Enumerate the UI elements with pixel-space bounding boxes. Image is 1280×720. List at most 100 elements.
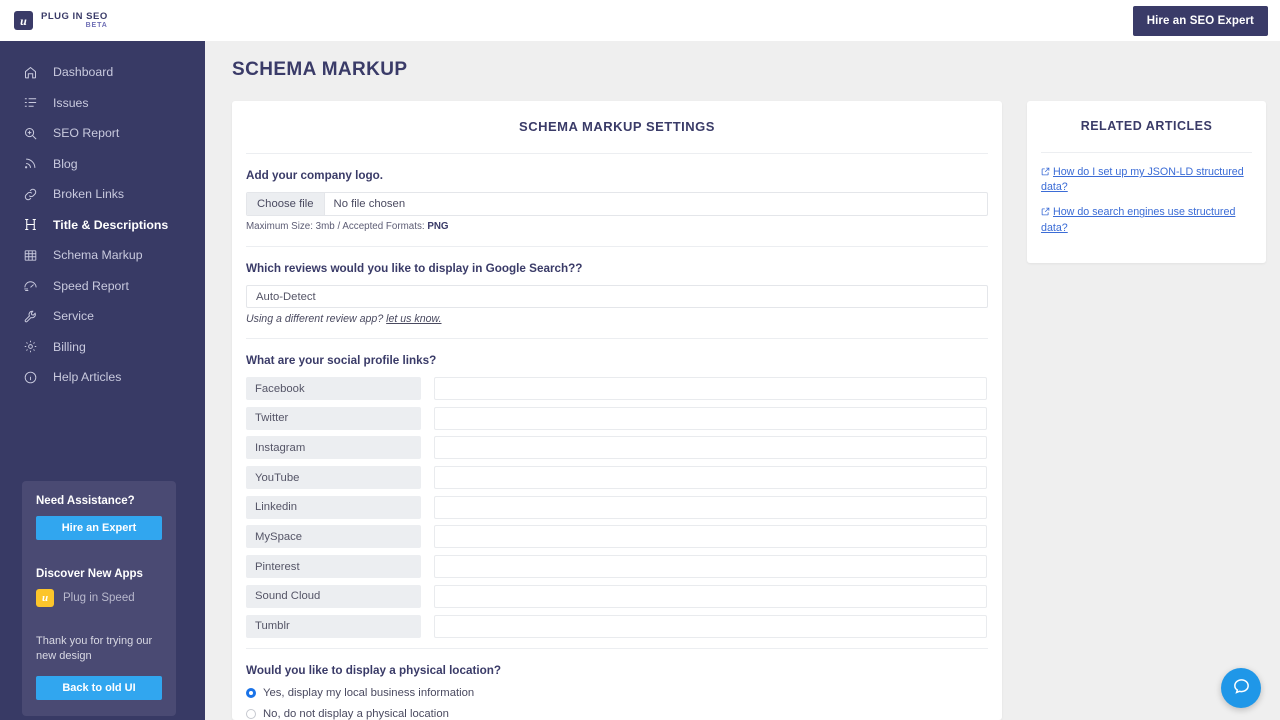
social-url-input[interactable] <box>434 377 987 400</box>
brand-logo[interactable]: u PLUG IN SEO BETA <box>14 11 108 30</box>
new-design-thanks-note: Thank you for trying our new design <box>36 635 153 662</box>
logo-file-input[interactable]: Choose file No file chosen <box>246 192 988 216</box>
file-status-label: No file chosen <box>333 198 406 210</box>
related-article-link[interactable]: How do search engines use structured dat… <box>1041 205 1252 234</box>
radio-option-no-physical-location[interactable]: No, do not display a physical location <box>246 708 988 720</box>
let-us-know-link[interactable]: let us know. <box>386 313 441 325</box>
social-rows: Facebook Twitter Instagram YouTube Linke… <box>246 377 988 638</box>
link-icon <box>22 186 38 202</box>
social-label: Twitter <box>246 406 421 430</box>
social-row-youtube: YouTube <box>246 466 988 490</box>
sidebar: Dashboard Issues SEO Report Blog Broken <box>0 41 205 720</box>
related-article-link[interactable]: How do I set up my JSON-LD structured da… <box>1041 165 1252 194</box>
sidebar-item-schema-markup[interactable]: Schema Markup <box>0 240 205 271</box>
related-articles-panel: RELATED ARTICLES How do I set up my JSON… <box>1027 101 1266 263</box>
reviews-select[interactable] <box>246 285 988 308</box>
social-row-pinterest: Pinterest <box>246 555 988 579</box>
sidebar-item-label: Dashboard <box>53 65 114 80</box>
sidebar-item-broken-links[interactable]: Broken Links <box>0 179 205 210</box>
social-url-input[interactable] <box>434 525 987 549</box>
social-url-input[interactable] <box>434 584 987 608</box>
sidebar-item-label: Service <box>53 309 95 324</box>
social-row-tumblr: Tumblr <box>246 614 988 638</box>
related-article-text: How do I set up my JSON-LD structured da… <box>1041 166 1244 194</box>
radio-indicator[interactable] <box>246 708 256 719</box>
sidebar-item-label: Title & Descriptions <box>53 217 169 232</box>
sidebar-item-label: Help Articles <box>53 370 122 385</box>
card-title: SCHEMA MARKUP SETTINGS <box>519 119 715 134</box>
company-logo-label: Add your company logo. <box>246 169 384 182</box>
social-url-input[interactable] <box>434 466 987 490</box>
sidebar-item-label: Broken Links <box>53 187 125 202</box>
social-row-facebook: Facebook <box>246 377 988 400</box>
reviews-label: Which reviews would you like to display … <box>246 262 583 275</box>
external-link-icon <box>1041 206 1050 220</box>
social-row-linkedin: Linkedin <box>246 495 988 519</box>
sidebar-item-seo-report[interactable]: SEO Report <box>0 118 205 149</box>
hire-an-expert-button[interactable]: Hire an Expert <box>36 516 162 540</box>
list-icon <box>22 95 38 111</box>
discover-new-apps-heading: Discover New Apps <box>36 568 143 580</box>
top-bar: u PLUG IN SEO BETA Hire an SEO Expert <box>0 0 1280 41</box>
social-label: Tumblr <box>246 614 421 638</box>
plug-in-speed-logo-icon: u <box>36 589 54 607</box>
back-to-old-ui-button[interactable]: Back to old UI <box>36 675 162 700</box>
brand-beta-badge: BETA <box>85 21 108 29</box>
search-plus-icon <box>22 125 38 141</box>
radio-option-yes-local-business[interactable]: Yes, display my local business informati… <box>246 687 988 699</box>
gear-icon <box>22 339 38 355</box>
sidebar-item-dashboard[interactable]: Dashboard <box>0 57 205 88</box>
social-url-input[interactable] <box>434 406 987 430</box>
heading-icon <box>22 217 38 233</box>
help-chat-button[interactable] <box>1221 668 1261 708</box>
chat-help-icon <box>1232 677 1251 699</box>
social-row-sound-cloud: Sound Cloud <box>246 584 988 608</box>
social-label: Facebook <box>246 377 421 400</box>
sidebar-item-label: Issues <box>53 95 89 110</box>
plug-in-seo-logo-icon: u <box>14 11 33 30</box>
sidebar-item-label: SEO Report <box>53 126 120 141</box>
company-logo-section: Add your company logo. Choose file No fi… <box>246 154 988 232</box>
social-label: YouTube <box>246 466 421 490</box>
radio-label: Yes, display my local business informati… <box>263 686 475 699</box>
social-profiles-label: What are your social profile links? <box>246 354 437 367</box>
speedometer-icon <box>22 278 38 294</box>
choose-file-button[interactable]: Choose file <box>247 193 325 215</box>
social-label: Instagram <box>246 436 421 460</box>
sidebar-item-issues[interactable]: Issues <box>0 88 205 119</box>
social-row-instagram: Instagram <box>246 436 988 460</box>
page-title: SCHEMA MARKUP <box>232 59 408 80</box>
wrench-icon <box>22 308 38 324</box>
logo-hint-format: PNG <box>427 221 449 232</box>
hire-seo-expert-button[interactable]: Hire an SEO Expert <box>1132 5 1268 36</box>
social-url-input[interactable] <box>434 436 987 460</box>
social-url-input[interactable] <box>434 555 987 579</box>
sidebar-item-label: Speed Report <box>53 278 129 293</box>
reviews-note-text: Using a different review app? <box>246 313 387 325</box>
sidebar-assist-panel: Need Assistance? Hire an Expert Discover… <box>22 481 176 716</box>
sidebar-item-title-and-descriptions[interactable]: Title & Descriptions <box>0 210 205 241</box>
app-item-plug-in-speed[interactable]: u Plug in Speed <box>36 589 162 607</box>
sidebar-item-speed-report[interactable]: Speed Report <box>0 271 205 302</box>
sidebar-item-service[interactable]: Service <box>0 301 205 332</box>
logo-hint-text: Maximum Size: 3mb / Accepted Formats: <box>246 221 428 232</box>
info-icon <box>22 369 38 385</box>
social-row-myspace: MySpace <box>246 525 988 549</box>
radio-label: No, do not display a physical location <box>263 707 449 720</box>
social-url-input[interactable] <box>434 614 987 638</box>
rss-icon <box>22 156 38 172</box>
social-url-input[interactable] <box>434 495 987 519</box>
social-label: MySpace <box>246 525 421 549</box>
related-article-text: How do search engines use structured dat… <box>1041 206 1236 234</box>
radio-indicator[interactable] <box>246 687 256 698</box>
social-label: Linkedin <box>246 495 421 519</box>
sidebar-item-label: Billing <box>53 339 86 354</box>
physical-location-section: Would you like to display a physical loc… <box>246 649 988 720</box>
app-name-label: Plug in Speed <box>63 592 135 604</box>
sidebar-item-help-articles[interactable]: Help Articles <box>0 362 205 393</box>
sidebar-item-label: Schema Markup <box>53 248 143 263</box>
physical-location-label: Would you like to display a physical loc… <box>246 663 502 677</box>
sidebar-item-blog[interactable]: Blog <box>0 149 205 180</box>
sidebar-item-billing[interactable]: Billing <box>0 332 205 363</box>
logo-upload-hint: Maximum Size: 3mb / Accepted Formats: PN… <box>246 221 988 232</box>
